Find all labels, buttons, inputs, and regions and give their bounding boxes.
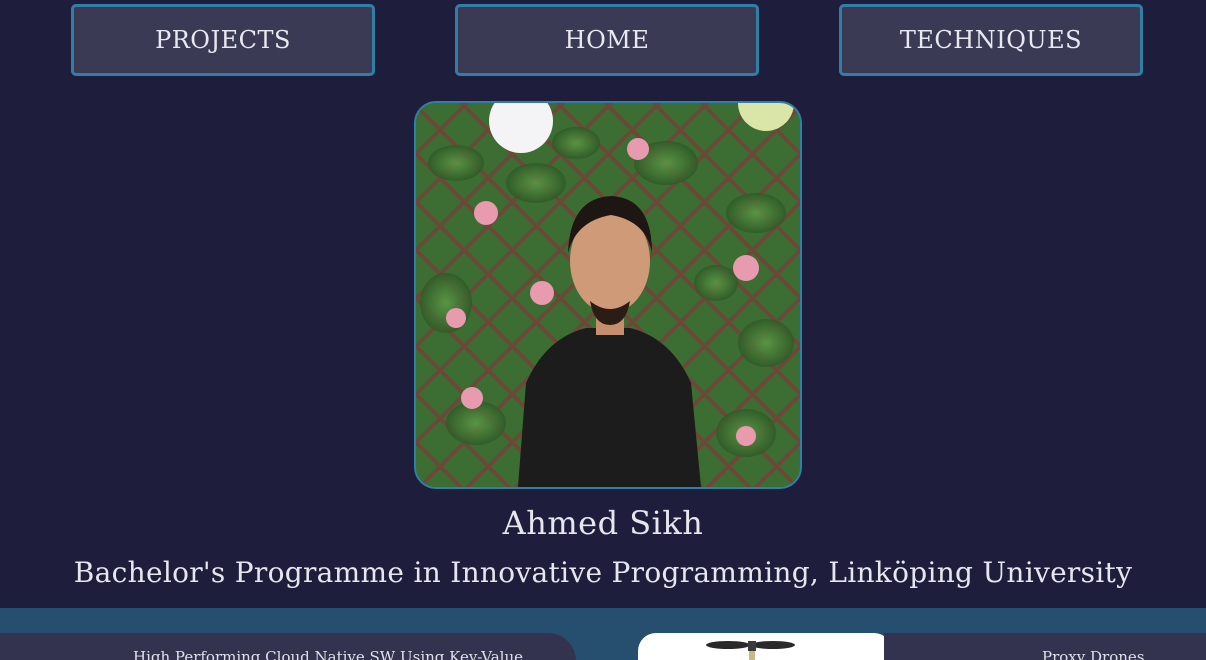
project-card[interactable]: Proxy Drones xyxy=(884,633,1206,660)
drone-icon xyxy=(706,641,795,660)
techniques-button[interactable]: TECHNIQUES xyxy=(839,4,1143,76)
top-navigation: PROJECTS HOME TECHNIQUES xyxy=(0,4,1206,76)
project-card[interactable]: High Performing Cloud Native SW Using Ke… xyxy=(0,633,576,660)
projects-button[interactable]: PROJECTS xyxy=(71,4,375,76)
project-card-title: Proxy Drones xyxy=(1042,648,1145,660)
project-card-title: High Performing Cloud Native SW Using Ke… xyxy=(133,648,524,660)
home-button[interactable]: HOME xyxy=(455,4,759,76)
profile-photo xyxy=(414,101,802,489)
profile-name: Ahmed Sikh xyxy=(502,504,704,542)
project-card-image[interactable] xyxy=(638,633,892,660)
projects-strip: High Performing Cloud Native SW Using Ke… xyxy=(0,608,1206,660)
profile-programme: Bachelor's Programme in Innovative Progr… xyxy=(73,556,1133,589)
